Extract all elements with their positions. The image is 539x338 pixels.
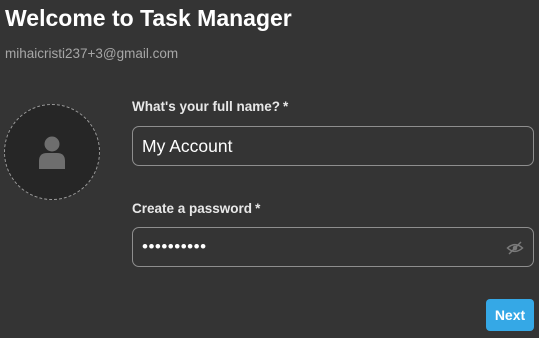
required-mark: *: [282, 99, 289, 114]
user-icon: [39, 136, 65, 169]
page-title: Welcome to Task Manager: [5, 5, 292, 31]
password-field[interactable]: [132, 227, 534, 267]
required-mark: *: [255, 201, 261, 216]
welcome-page: Welcome to Task Manager mihaicristi237+3…: [0, 0, 539, 338]
password-label: Create a password *: [132, 201, 260, 216]
full-name-label-text: What's your full name?: [132, 99, 280, 114]
full-name-label: What's your full name? *: [132, 99, 288, 114]
password-input[interactable]: [133, 228, 533, 266]
full-name-field[interactable]: [132, 126, 534, 166]
password-label-text: Create a password: [132, 201, 253, 216]
next-button[interactable]: Next: [486, 299, 534, 331]
eye-off-icon[interactable]: [506, 239, 524, 257]
avatar-upload[interactable]: [4, 104, 100, 200]
account-email: mihaicristi237+3@gmail.com: [5, 46, 179, 61]
full-name-input[interactable]: [133, 127, 533, 165]
